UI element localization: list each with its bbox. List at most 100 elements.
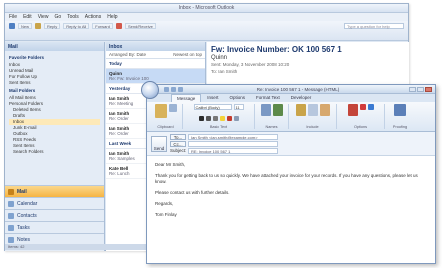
cut-icon[interactable] bbox=[168, 104, 177, 112]
high-importance-icon[interactable] bbox=[359, 104, 366, 110]
spelling-icon[interactable] bbox=[394, 104, 406, 116]
compose-message-window: Re: Invoice 100 567 1 - Message (HTML) M… bbox=[141, 81, 436, 264]
italic-icon[interactable] bbox=[205, 116, 211, 121]
subject-label: Subject: bbox=[170, 148, 187, 153]
group-today[interactable]: Today bbox=[106, 59, 205, 69]
bold-icon[interactable] bbox=[198, 116, 204, 121]
favorite-folders: Favorite Folders Inbox Unread Mail For F… bbox=[5, 51, 104, 157]
message-header-fields: Send To... Ian Smith <ian.smith@example.… bbox=[147, 132, 435, 156]
list-item-subject: Re: Meeting bbox=[109, 101, 134, 106]
include-label: Include bbox=[306, 125, 319, 129]
arrange-by-bar[interactable]: Arranged By: Date Newest on top bbox=[106, 51, 205, 59]
bullets-icon[interactable] bbox=[233, 116, 239, 121]
body-paragraph-2: Please contact us with further details. bbox=[155, 190, 230, 195]
subject-field[interactable]: RE: Invoice 100 567 1 bbox=[188, 148, 278, 154]
list-item-subject: Re: Samples bbox=[109, 156, 135, 161]
to-field[interactable]: Ian Smith <ian.smith@example.com> bbox=[188, 134, 278, 140]
tab-insert[interactable]: Insert bbox=[202, 94, 223, 102]
list-item-subject: Re: Fw: Invoice 100 bbox=[109, 76, 149, 81]
arrange-by-label[interactable]: Arranged By: Date bbox=[109, 52, 146, 57]
menu-tools[interactable]: Tools bbox=[67, 14, 79, 20]
reply-icon[interactable] bbox=[35, 23, 42, 29]
nav-tasks-button[interactable]: Tasks bbox=[5, 221, 104, 233]
tab-developer[interactable]: Developer bbox=[286, 94, 317, 102]
new-mail-icon[interactable] bbox=[9, 23, 15, 29]
folder-search[interactable]: Search Folders bbox=[9, 149, 100, 155]
check-names-icon[interactable] bbox=[272, 104, 283, 116]
ribbon-tabs: Message Insert Options Format Text Devel… bbox=[147, 94, 435, 102]
cc-field[interactable] bbox=[188, 141, 278, 147]
mail-folders-title: Mail Folders bbox=[9, 88, 36, 93]
attach-item-icon[interactable] bbox=[307, 104, 318, 116]
nav-mail-button[interactable]: Mail bbox=[5, 185, 104, 197]
list-item-subject: Re: Order bbox=[109, 116, 129, 121]
close-icon[interactable] bbox=[425, 86, 432, 92]
menu-help[interactable]: Help bbox=[107, 14, 117, 20]
underline-icon[interactable] bbox=[212, 116, 218, 121]
minimize-icon[interactable] bbox=[409, 86, 416, 92]
follow-up-flag-icon[interactable] bbox=[347, 104, 358, 116]
new-button[interactable]: New bbox=[18, 23, 33, 29]
to-row: To... Ian Smith <ian.smith@example.com> bbox=[170, 134, 278, 140]
nav-pane-header: Mail bbox=[5, 42, 104, 51]
menu-view[interactable]: View bbox=[38, 14, 49, 20]
paste-icon[interactable] bbox=[154, 104, 167, 118]
nav-calendar-button[interactable]: Calendar bbox=[5, 197, 104, 209]
undo-icon[interactable] bbox=[171, 86, 176, 92]
list-item-subject: Re: Order bbox=[109, 131, 129, 136]
menu-edit[interactable]: Edit bbox=[23, 14, 32, 20]
sort-order-label[interactable]: Newest on top bbox=[173, 52, 202, 57]
reading-sent: Sent: Monday, 3 November 2008 10:20 bbox=[211, 62, 290, 67]
forward-button[interactable]: Forward bbox=[92, 23, 113, 29]
ribbon-group-options: Options bbox=[337, 104, 385, 129]
main-toolbar: New Reply Reply to All Forward Send/Rece… bbox=[5, 21, 408, 41]
font-color-icon[interactable] bbox=[226, 116, 232, 121]
business-card-icon[interactable] bbox=[319, 104, 330, 116]
favorite-sent[interactable]: Sent Items bbox=[9, 80, 100, 86]
address-book-icon[interactable] bbox=[260, 104, 271, 116]
send-button[interactable]: Send bbox=[151, 136, 167, 152]
cc-button[interactable]: Cc... bbox=[170, 141, 186, 147]
nav-contacts-button[interactable]: Contacts bbox=[5, 209, 104, 221]
favorites-title: Favorite Folders bbox=[9, 55, 45, 60]
office-button-icon[interactable] bbox=[141, 81, 159, 99]
reply-button[interactable]: Reply bbox=[44, 23, 61, 29]
list-item-subject: Re: Lunch bbox=[109, 171, 130, 176]
ribbon-group-include: Include bbox=[289, 104, 337, 129]
menu-actions[interactable]: Actions bbox=[85, 14, 101, 20]
attach-file-icon[interactable] bbox=[295, 104, 306, 116]
redo-icon[interactable] bbox=[178, 86, 183, 92]
tab-message[interactable]: Message bbox=[171, 94, 202, 102]
ribbon-group-proofing: Proofing bbox=[385, 104, 415, 129]
font-size-select[interactable]: 11 bbox=[233, 104, 244, 110]
main-window-title: Inbox - Microsoft Outlook bbox=[178, 5, 235, 11]
quick-access-toolbar bbox=[164, 86, 183, 92]
low-importance-icon[interactable] bbox=[367, 104, 374, 110]
list-header: Inbox bbox=[106, 42, 205, 51]
cc-row: Cc... bbox=[170, 141, 278, 147]
menu-file[interactable]: File bbox=[9, 14, 17, 20]
save-icon[interactable] bbox=[164, 86, 169, 92]
body-signature: Tom Finlay bbox=[155, 212, 177, 217]
message-body-editor[interactable]: Dear Mr Smith, Thank you for getting bac… bbox=[147, 156, 435, 263]
reading-subject: Fw: Invoice Number: OK 100 567 1 bbox=[211, 45, 342, 54]
help-search-input[interactable]: Type a question for help bbox=[344, 23, 404, 29]
tab-format-text[interactable]: Format Text bbox=[251, 94, 285, 102]
body-greeting: Dear Mr Smith, bbox=[155, 162, 186, 167]
font-name-select[interactable]: Calibri (Body) bbox=[193, 104, 232, 110]
send-receive-button[interactable]: Send/Receive bbox=[124, 23, 156, 29]
list-item[interactable]: Quinn Re: Fw: Invoice 100 bbox=[106, 69, 205, 84]
highlight-icon[interactable] bbox=[219, 116, 225, 121]
body-closing: Regards, bbox=[155, 201, 174, 206]
ribbon-group-names: Names bbox=[255, 104, 289, 129]
compose-window-title: Re: Invoice 100 567 1 - Message (HTML) bbox=[256, 86, 340, 92]
compose-title-bar: Re: Invoice 100 567 1 - Message (HTML) bbox=[147, 85, 435, 94]
tab-options[interactable]: Options bbox=[225, 94, 251, 102]
maximize-icon[interactable] bbox=[417, 86, 424, 92]
to-button[interactable]: To... bbox=[170, 134, 186, 140]
menu-go[interactable]: Go bbox=[54, 14, 61, 20]
reply-all-button[interactable]: Reply to All bbox=[63, 23, 90, 29]
ribbon: Clipboard Calibri (Body) 11 Basic Text N… bbox=[147, 102, 435, 132]
ribbon-group-clipboard: Clipboard bbox=[149, 104, 183, 129]
delete-icon[interactable] bbox=[115, 23, 122, 29]
